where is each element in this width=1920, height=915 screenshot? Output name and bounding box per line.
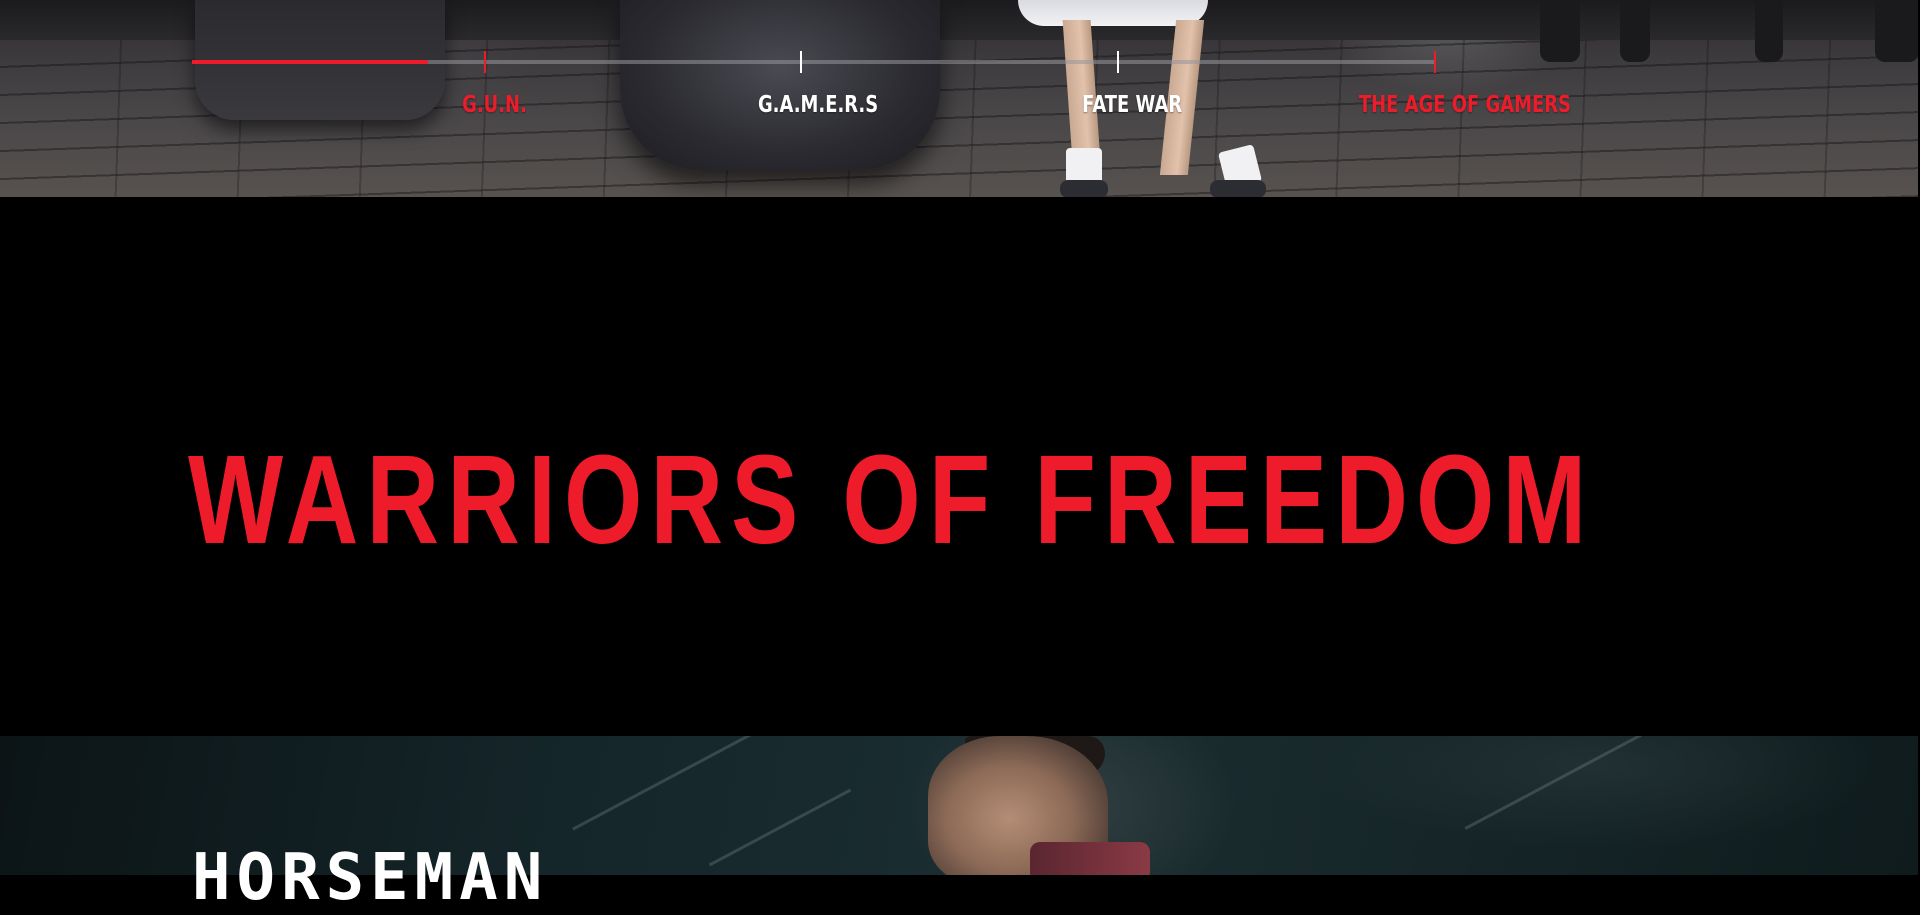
crowd-figure xyxy=(1620,0,1650,62)
timeline-progress-track[interactable] xyxy=(192,60,1436,64)
timeline-item-fate-war[interactable]: FATE WAR xyxy=(1082,92,1182,118)
crowd-figure xyxy=(1755,0,1783,62)
character-collar xyxy=(1030,842,1150,875)
background-streak xyxy=(708,788,852,867)
crowd-figure xyxy=(1540,0,1580,62)
character-shoe xyxy=(1210,180,1266,197)
timeline-item-gamers[interactable]: G.A.M.E.R.S xyxy=(758,92,878,118)
crowd-figure xyxy=(1875,0,1918,62)
character-name: HORSEMAN xyxy=(192,841,549,915)
timeline-item-age-of-gamers[interactable]: THE AGE OF GAMERS xyxy=(1359,92,1571,118)
timeline-item-gun[interactable]: G.U.N. xyxy=(462,92,527,118)
timeline-tick-fate-war xyxy=(1117,51,1119,73)
timeline-progress-fill xyxy=(192,60,429,64)
hero-banner xyxy=(0,0,1918,197)
timeline-tick-gun xyxy=(484,51,486,73)
timeline-tick-age-of-gamers xyxy=(1434,51,1436,73)
headline-section: WARRIORS OF FREEDOM xyxy=(0,197,1920,736)
background-streak xyxy=(1464,736,1696,830)
mech-legs-center xyxy=(620,0,940,170)
character-shoe xyxy=(1060,180,1108,197)
background-streak xyxy=(572,736,768,831)
section-headline: WARRIORS OF FREEDOM xyxy=(188,429,1595,570)
timeline-tick-gamers xyxy=(800,51,802,73)
